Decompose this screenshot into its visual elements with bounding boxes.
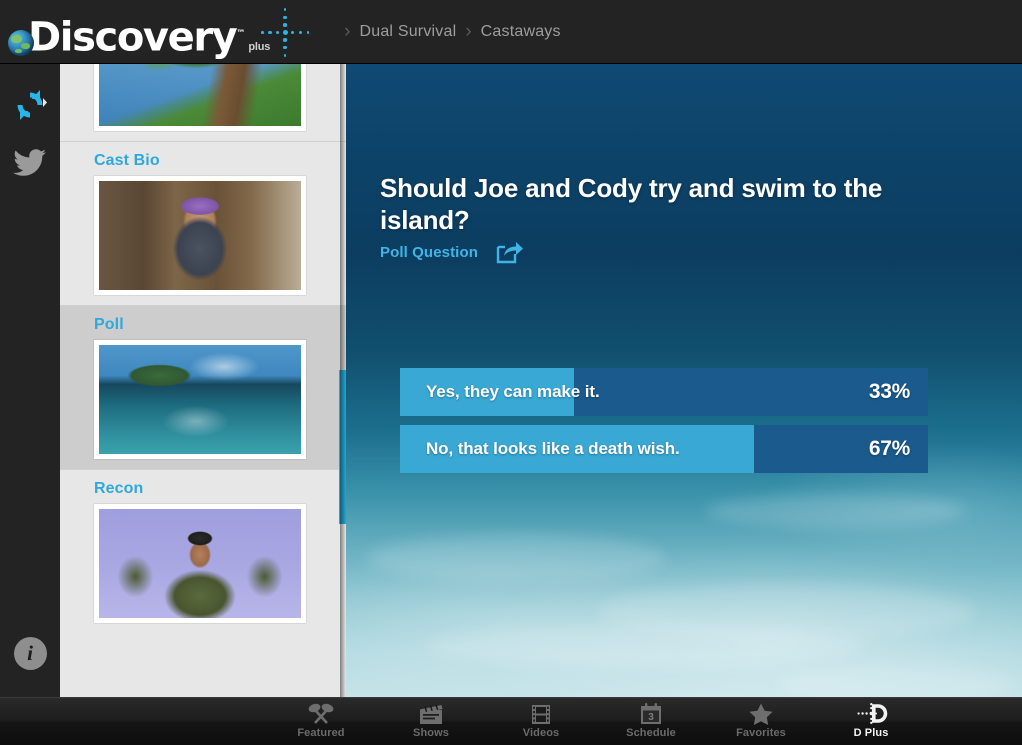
refresh-button[interactable] xyxy=(0,76,60,134)
poll-option-label: No, that looks like a death wish. xyxy=(400,439,680,459)
tab-label: Schedule xyxy=(626,727,676,739)
bottom-tab-bar: Featured Shows xyxy=(0,697,1022,745)
sidebar-item-label: Poll xyxy=(60,306,346,340)
wave-highlight xyxy=(596,584,976,640)
tab-label: D Plus xyxy=(854,727,889,739)
poll-meta: Poll Question xyxy=(380,240,524,264)
brand-name-text: Discovery xyxy=(28,15,236,61)
thumbnail-wrap xyxy=(60,340,346,459)
tab-favorites[interactable]: Favorites xyxy=(706,698,816,745)
dotted-plus-cross-icon xyxy=(257,5,313,61)
calendar-badge-text: 3 xyxy=(648,712,654,723)
poll-option-percent: 67% xyxy=(869,437,910,461)
crossed-spotlights-icon xyxy=(306,701,336,726)
breadcrumb-item-castaways[interactable]: Castaways xyxy=(481,23,561,41)
tab-featured[interactable]: Featured xyxy=(266,698,376,745)
tab-videos[interactable]: Videos xyxy=(486,698,596,745)
breadcrumb-separator-0: › xyxy=(344,21,350,43)
tree-on-coastline-thumbnail xyxy=(94,64,306,131)
page-title: Should Joe and Cody try and swim to the … xyxy=(380,172,970,236)
wave-highlight xyxy=(366,534,666,582)
sidebar-item-poll[interactable]: Poll xyxy=(60,305,346,469)
poll-option-row[interactable]: No, that looks like a death wish. 67% xyxy=(400,425,928,473)
list-item[interactable] xyxy=(60,64,346,141)
tab-label: Featured xyxy=(297,727,344,739)
thumbnail-wrap xyxy=(60,176,346,295)
poll-option-label: Yes, they can make it. xyxy=(400,382,600,402)
left-rail: i xyxy=(0,64,60,697)
wave-highlight xyxy=(776,664,1016,697)
brand-trademark: ™ xyxy=(236,29,245,39)
poll-kicker-label: Poll Question xyxy=(380,244,478,261)
sidebar-item-recon[interactable]: Recon xyxy=(60,469,346,633)
clapperboard-icon xyxy=(418,701,444,726)
film-strip-icon xyxy=(530,701,552,726)
breadcrumb: › Dual Survival › Castaways xyxy=(335,21,561,43)
tab-label: Videos xyxy=(523,727,559,739)
poll-results: Yes, they can make it. 33% No, that look… xyxy=(400,368,928,482)
tab-label: Favorites xyxy=(736,727,786,739)
twitter-button[interactable] xyxy=(0,134,60,192)
sidebar-item-cast-bio[interactable]: Cast Bio xyxy=(60,141,346,305)
sidebar-item-label: Recon xyxy=(60,470,346,504)
brand-wordmark: Discovery™ xyxy=(28,13,245,58)
discovery-globe-icon xyxy=(8,30,34,56)
poll-option-percent: 33% xyxy=(869,380,910,404)
twitter-bird-icon xyxy=(13,148,47,178)
info-icon: i xyxy=(14,637,47,670)
refresh-sync-icon xyxy=(13,88,47,122)
swimmer-underwater-thumbnail xyxy=(94,340,306,459)
poll-option-row[interactable]: Yes, they can make it. 33% xyxy=(400,368,928,416)
discovery-plus-logo[interactable]: Discovery™ plus xyxy=(8,5,313,59)
info-button[interactable]: i xyxy=(0,631,60,675)
thumbnail-wrap xyxy=(60,504,346,623)
sidebar-scrollbar[interactable] xyxy=(339,370,346,524)
star-icon xyxy=(748,701,774,726)
tab-shows[interactable]: Shows xyxy=(376,698,486,745)
sidebar-item-label: Cast Bio xyxy=(60,142,346,176)
soldier-with-binoculars-thumbnail xyxy=(94,504,306,623)
content-sidebar[interactable]: Cast Bio Poll Recon xyxy=(60,64,346,697)
tab-schedule[interactable]: 3 Schedule xyxy=(596,698,706,745)
breadcrumb-item-dual-survival[interactable]: Dual Survival xyxy=(359,23,456,41)
cast-member-portrait-thumbnail xyxy=(94,176,306,295)
tab-label: Shows xyxy=(413,727,449,739)
wave-highlight xyxy=(426,624,866,668)
discovery-plus-icon xyxy=(853,701,889,726)
thumbnail-wrap xyxy=(60,64,346,131)
poll-panel: Should Joe and Cody try and swim to the … xyxy=(346,64,1022,697)
calendar-icon: 3 xyxy=(639,701,663,726)
app-root: Discovery™ plus › Dual Survival › Castaw… xyxy=(0,0,1022,745)
app-header: Discovery™ plus › Dual Survival › Castaw… xyxy=(0,0,1022,64)
tab-d-plus[interactable]: D Plus xyxy=(816,698,926,745)
share-export-icon[interactable] xyxy=(496,240,524,264)
wave-highlight xyxy=(706,494,966,528)
breadcrumb-separator-1: › xyxy=(465,21,471,43)
